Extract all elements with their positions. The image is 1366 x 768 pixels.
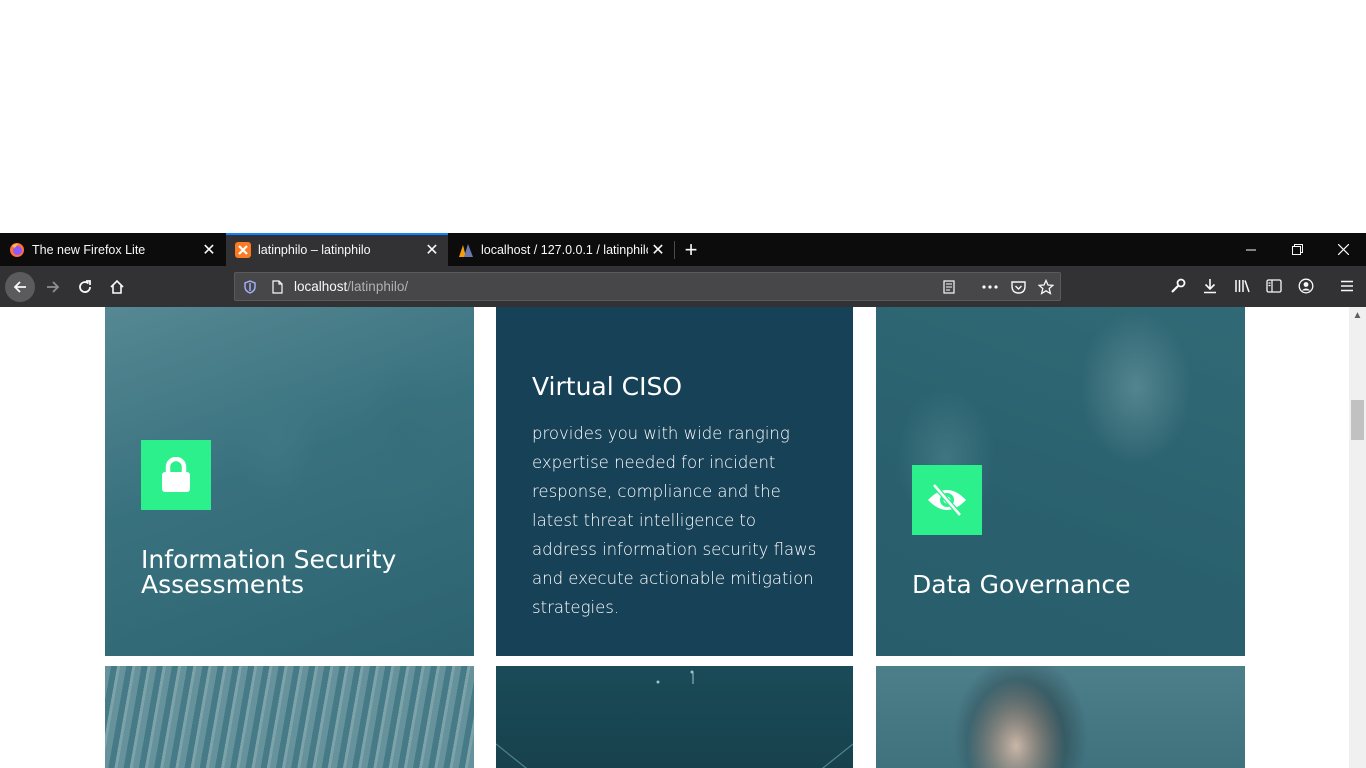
url-text[interactable]: localhost/latinphilo/	[294, 279, 408, 294]
card-partial-bottom-left[interactable]	[105, 666, 474, 768]
address-bar[interactable]: localhost/latinphilo/	[234, 272, 1061, 301]
blank-area-above-browser	[0, 0, 1366, 233]
reader-view-icon[interactable]	[940, 278, 958, 296]
home-button[interactable]	[102, 272, 132, 302]
card-information-security-assessments[interactable]: Information Security Assessments	[105, 307, 474, 656]
account-icon[interactable]	[1297, 277, 1315, 295]
card-title: Information Security Assessments	[141, 545, 397, 599]
page-actions-menu-icon[interactable]	[981, 278, 999, 296]
arrow-right-icon	[47, 281, 60, 293]
decorative-lines-image	[496, 670, 853, 768]
back-button[interactable]	[5, 272, 35, 302]
firefox-icon	[9, 242, 25, 258]
card-title: Data Governance	[912, 570, 1131, 599]
developer-tools-wrench-icon[interactable]	[1169, 277, 1187, 295]
card-title: Virtual CISO	[532, 372, 683, 401]
card-description: provides you with wide ranging expertise…	[532, 424, 817, 617]
lock-icon-box	[141, 440, 211, 510]
tracking-protection-shield-icon[interactable]	[241, 278, 259, 296]
vertical-scrollbar[interactable]: ▲	[1349, 307, 1366, 768]
page-viewport: Information Security Assessments Virtual…	[0, 307, 1349, 768]
tab-bar: The new Firefox Lite ✕ latinphilo – lati…	[0, 233, 1366, 266]
tab-separator	[674, 241, 675, 259]
new-tab-button[interactable]: +	[678, 233, 704, 266]
library-icon[interactable]	[1233, 277, 1251, 295]
scroll-up-arrow-icon[interactable]: ▲	[1349, 307, 1366, 324]
close-tab-icon[interactable]: ✕	[422, 240, 442, 260]
reload-icon	[79, 280, 91, 293]
eye-slash-icon	[928, 483, 966, 517]
xampp-icon	[235, 241, 251, 258]
pocket-icon[interactable]	[1009, 278, 1027, 296]
phpmyadmin-icon	[458, 242, 474, 258]
bookmark-star-icon[interactable]	[1037, 278, 1055, 296]
tab-firefox-lite[interactable]: The new Firefox Lite ✕	[0, 233, 225, 266]
hamburger-menu-icon[interactable]	[1338, 277, 1356, 295]
eye-slash-icon-box	[912, 465, 982, 535]
close-tab-icon[interactable]: ✕	[199, 240, 219, 260]
reload-button[interactable]	[70, 272, 100, 302]
home-icon	[110, 279, 124, 294]
forward-button[interactable]	[38, 272, 68, 302]
restore-button[interactable]	[1274, 233, 1320, 266]
url-path: /latinphilo/	[347, 279, 409, 294]
card-data-governance[interactable]: Data Governance	[876, 307, 1245, 656]
close-window-button[interactable]	[1320, 233, 1366, 266]
tab-phpmyadmin[interactable]: localhost / 127.0.0.1 / latinphilo ✕	[449, 233, 674, 266]
tab-title: localhost / 127.0.0.1 / latinphilo	[481, 242, 648, 257]
page-info-icon[interactable]	[268, 278, 286, 296]
tab-latinphilo[interactable]: latinphilo – latinphilo ✕	[226, 233, 448, 266]
card-virtual-ciso[interactable]: Virtual CISO provides you with wide rang…	[496, 307, 853, 656]
tab-title: The new Firefox Lite	[32, 242, 146, 257]
url-host: localhost	[294, 279, 348, 294]
card-partial-bottom-center[interactable]	[496, 666, 853, 768]
close-tab-icon[interactable]: ✕	[648, 240, 668, 260]
arrow-left-icon	[13, 281, 26, 293]
downloads-icon[interactable]	[1201, 277, 1219, 295]
lock-icon	[162, 457, 190, 492]
minimize-button[interactable]	[1228, 233, 1274, 266]
scrollbar-thumb[interactable]	[1351, 400, 1364, 440]
card-partial-bottom-right[interactable]	[876, 666, 1245, 768]
sidebar-toggle-icon[interactable]	[1265, 277, 1283, 295]
tab-title: latinphilo – latinphilo	[258, 242, 371, 257]
